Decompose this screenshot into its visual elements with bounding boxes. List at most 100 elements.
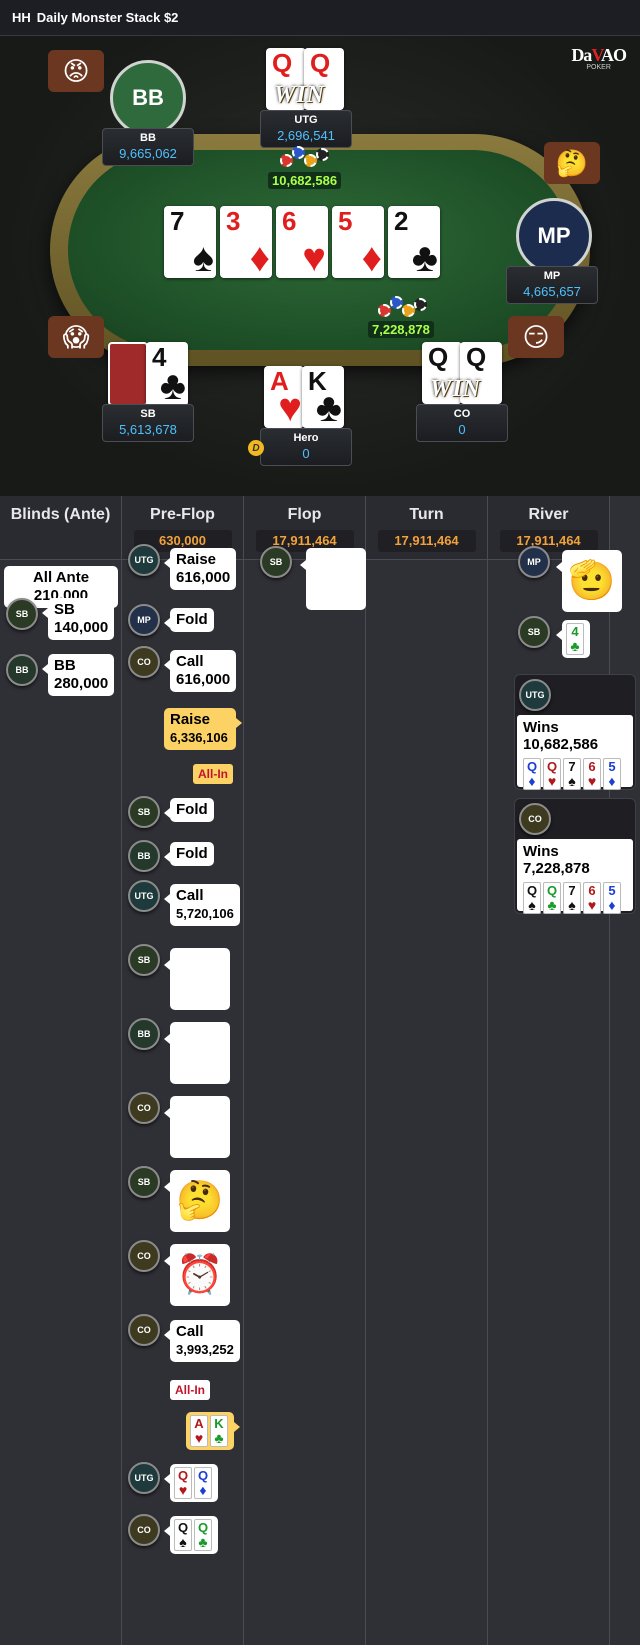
hand-card: Q ♠ xyxy=(523,882,541,914)
co-win-amount: Wins 7,228,878 xyxy=(523,843,590,877)
co-win-label: WIN xyxy=(430,376,482,402)
column-title: Blinds (Ante) xyxy=(10,506,111,523)
co-badge: CO xyxy=(128,1514,160,1546)
sb-badge: SB xyxy=(6,598,38,630)
utg-win-label: WIN xyxy=(274,82,326,108)
bb-nameplate[interactable]: BB 9,665,062 xyxy=(102,128,194,166)
co-badge: CO xyxy=(128,1314,160,1346)
utg-shown-cards: Q ♥ Q ♦ xyxy=(164,1464,218,1502)
sb-river-card-bubble: 4 ♣ xyxy=(556,620,590,658)
hand-card: Q ♥ xyxy=(543,758,561,790)
side-pot-amount: 7,228,878 xyxy=(368,321,434,338)
sb-badge: SB xyxy=(518,616,550,648)
mp-name: MP xyxy=(543,270,561,282)
hand-card: 5 ♦ xyxy=(603,758,621,790)
co-allin-tag: All-In xyxy=(170,1380,210,1400)
utg-winning-hand: Q ♦ Q ♥ 7 ♠ 6 ♥ 5 ♦ xyxy=(523,758,627,790)
bb-stack: 9,665,062 xyxy=(119,146,177,161)
bb-badge: BB xyxy=(6,654,38,686)
sb-badge: SB xyxy=(128,796,160,828)
dealer-button-icon: D xyxy=(248,440,264,456)
column-turn: Turn 17,911,464 xyxy=(366,496,488,1645)
column-title: Turn xyxy=(409,506,444,523)
poker-table-area: DaVAO POKER 😡 🤔 😱 😏 BB BB 9,665,062 Q Q … xyxy=(0,36,640,496)
co-badge: CO xyxy=(128,646,160,678)
hand-card: 7 ♠ xyxy=(563,758,581,790)
co-badge: CO xyxy=(128,1092,160,1124)
board-card: 6 ♥ xyxy=(276,206,328,278)
hero-allin-tag: All-In xyxy=(193,764,233,784)
bb-badge: BB xyxy=(128,1018,160,1050)
utg-shown-card: Q ♥ xyxy=(174,1467,192,1499)
co-shown-cards: Q ♠ Q ♣ xyxy=(164,1516,218,1554)
sb-badge: SB xyxy=(260,546,292,578)
utg-call-bubble: Call 5,720,106 xyxy=(164,884,240,926)
hand-card: 6 ♥ xyxy=(583,882,601,914)
sb-river-card: 4 ♣ xyxy=(566,623,584,655)
co-winning-hand: Q ♠ Q ♣ 7 ♠ 6 ♥ 5 ♦ xyxy=(523,882,627,914)
co-shown-card: Q ♣ xyxy=(194,1519,212,1551)
sb-badge: SB xyxy=(128,944,160,976)
co-nameplate[interactable]: CO 0 xyxy=(416,404,508,442)
board-card: 3 ♦ xyxy=(220,206,272,278)
hand-action-log: Blinds (Ante) Pre-Flop 630,000 Flop 17,911… xyxy=(0,496,640,1645)
co-call-allin-bubble: Call 3,993,252 xyxy=(164,1320,240,1362)
bb-fold-bubble: Fold xyxy=(164,842,214,866)
hero-raise-bubble: Raise 6,336,106 xyxy=(164,708,242,750)
board-card: 5 ♦ xyxy=(332,206,384,278)
hero-nameplate[interactable]: Hero 0 xyxy=(260,428,352,466)
side-pot-chips-icon xyxy=(374,292,430,322)
utg-win-amount: Wins 10,682,586 xyxy=(523,719,599,753)
bb-name: BB xyxy=(140,132,156,144)
bb-emote-angry-icon: 😡 xyxy=(48,50,104,92)
co-name: CO xyxy=(453,408,471,420)
bb-blind-bubble: BB 280,000 xyxy=(41,654,115,696)
utg-badge: UTG xyxy=(519,679,551,711)
hand-card: 6 ♥ xyxy=(583,758,601,790)
bb-avatar[interactable]: BB xyxy=(110,60,186,136)
utg-raise-bubble: Raise 616,000 xyxy=(163,548,237,590)
main-pot-amount: 10,682,586 xyxy=(268,172,342,189)
hero-shown-cards: A ♥ K ♣ xyxy=(186,1412,240,1450)
bb-emote-angry-icon: 😡 xyxy=(164,1022,230,1084)
sb-nameplate[interactable]: SB 5,613,678 xyxy=(102,404,194,442)
utg-name: UTG xyxy=(294,114,318,126)
sb-name: SB xyxy=(140,408,156,420)
co-stack: 0 xyxy=(458,422,466,437)
mp-avatar[interactable]: MP xyxy=(516,198,592,274)
hero-stack: 0 xyxy=(302,446,310,461)
hand-card: 5 ♦ xyxy=(603,882,621,914)
column-river: River 17,911,464 xyxy=(488,496,610,1645)
sb-emote-thinking-icon: 🤔 xyxy=(164,1170,230,1232)
mp-badge: MP xyxy=(518,546,550,578)
sb-emote-scared-icon: 😱 xyxy=(300,548,366,610)
co-emote-smirk-icon: 😏 xyxy=(508,316,564,358)
sb-fold-bubble: Fold xyxy=(164,798,214,822)
hand-history-tag: HH xyxy=(12,10,31,25)
utg-shown-card: Q ♦ xyxy=(194,1467,212,1499)
board-card: 2 ♣ xyxy=(388,206,440,278)
sb-card-4: 4 ♣ xyxy=(146,342,188,406)
sb-badge: SB xyxy=(128,1166,160,1198)
mp-fold-bubble: Fold xyxy=(164,608,214,632)
bb-badge: BB xyxy=(128,840,160,872)
co-emote-smirk-icon: 😏 xyxy=(164,1096,230,1158)
mp-badge: MP xyxy=(128,604,160,636)
utg-badge: UTG xyxy=(128,544,160,576)
column-title: Flop xyxy=(287,506,322,523)
co-emote-clock-icon: ⏰ xyxy=(164,1244,230,1306)
utg-badge: UTG xyxy=(128,1462,160,1494)
column-flop: Flop 17,911,464 xyxy=(244,496,366,1645)
co-badge: CO xyxy=(519,803,551,835)
davao-poker-logo: DaVAO POKER xyxy=(571,45,627,71)
sb-card-back xyxy=(108,342,148,406)
hand-card: Q ♣ xyxy=(543,882,561,914)
co-call-bubble: Call 616,000 xyxy=(163,650,237,692)
sb-stack: 5,613,678 xyxy=(119,422,177,437)
co-shown-card: Q ♠ xyxy=(174,1519,192,1551)
mp-emote-salute-icon: 🫡 xyxy=(556,550,622,612)
board-card: 7 ♠ xyxy=(164,206,216,278)
mp-nameplate[interactable]: MP 4,665,657 xyxy=(506,266,598,304)
mp-emote-salute-icon: 🤔 xyxy=(544,142,600,184)
hero-name: Hero xyxy=(293,432,319,444)
